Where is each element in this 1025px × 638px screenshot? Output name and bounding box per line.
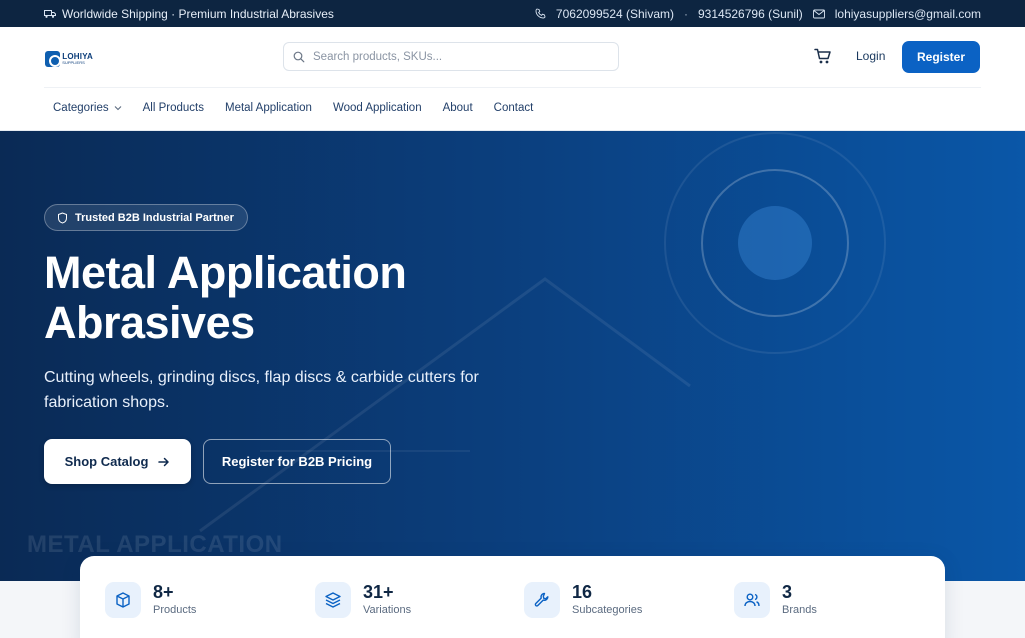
top-announcement-bar: Worldwide Shipping · Premium Industrial …: [0, 0, 1025, 27]
cart-icon[interactable]: [814, 48, 834, 66]
hero-title: Metal Application Abrasives: [44, 247, 407, 348]
nav-all-products[interactable]: All Products: [143, 102, 204, 114]
login-link[interactable]: Login: [856, 49, 885, 63]
stat-value: 3: [782, 582, 793, 602]
separator: ·: [684, 6, 688, 21]
stat-label: Variations: [363, 604, 412, 616]
arrow-right-icon: [158, 457, 170, 467]
truck-icon: [44, 9, 56, 19]
stat-value: 8+: [153, 582, 174, 602]
hero-section: Trusted B2B Industrial Partner Metal App…: [0, 131, 1025, 581]
stat-label: Products: [153, 604, 197, 616]
trusted-badge: Trusted B2B Industrial Partner: [44, 204, 248, 231]
hero-title-line2: Abrasives: [44, 297, 255, 348]
stat-label: Subcategories: [572, 604, 643, 616]
register-b2b-button[interactable]: Register for B2B Pricing: [203, 439, 391, 484]
logo[interactable]: LOHIYA SUPPLIERS: [45, 42, 93, 76]
shop-catalog-button[interactable]: Shop Catalog: [44, 439, 191, 484]
stat-value: 16: [572, 582, 593, 602]
search-box[interactable]: [283, 42, 619, 71]
header-divider: [44, 87, 981, 88]
nav-categories[interactable]: Categories: [53, 102, 122, 114]
stat-subcategories: 16 Subcategories: [524, 582, 642, 618]
stats-card: 8+ Products 31+ Variations 16 Subcategor…: [80, 556, 945, 638]
nav-about[interactable]: About: [443, 102, 473, 114]
logo-mark-icon: [45, 51, 62, 67]
site-header: LOHIYA SUPPLIERS Login Register Categori…: [0, 27, 1025, 131]
nav-contact[interactable]: Contact: [494, 102, 534, 114]
main-nav: Categories All Products Metal Applicatio…: [53, 102, 533, 114]
layers-icon: [315, 582, 351, 618]
logo-tagline: SUPPLIERS: [62, 60, 85, 65]
search-icon: [293, 51, 305, 63]
hero-title-line1: Metal Application: [44, 247, 407, 298]
hero-decoration: [199, 132, 886, 533]
phone-shivam-link[interactable]: 7062099524 (Shivam): [556, 7, 674, 21]
stat-variations: 31+ Variations: [315, 582, 411, 618]
chevron-down-icon: [114, 105, 122, 111]
stat-label: Brands: [782, 604, 817, 616]
shipping-text: Worldwide Shipping · Premium Industrial …: [62, 6, 334, 21]
hero-watermark: METAL APPLICATION: [27, 531, 283, 558]
badge-label: Trusted B2B Industrial Partner: [75, 211, 234, 224]
mail-icon: [812, 9, 825, 19]
shield-icon: [57, 211, 68, 224]
users-icon: [734, 582, 770, 618]
nav-metal-application[interactable]: Metal Application: [225, 102, 312, 114]
box-icon: [105, 582, 141, 618]
phone-sunil-link[interactable]: 9314526796 (Sunil): [698, 7, 803, 21]
stat-value: 31+: [363, 582, 394, 602]
hero-subtitle: Cutting wheels, grinding discs, flap dis…: [44, 369, 479, 411]
nav-wood-application[interactable]: Wood Application: [333, 102, 422, 114]
stat-products: 8+ Products: [105, 582, 196, 618]
wrench-icon: [524, 582, 560, 618]
phone-icon: [535, 8, 546, 19]
stat-brands: 3 Brands: [734, 582, 817, 618]
nav-categories-label: Categories: [53, 102, 109, 114]
shop-catalog-label: Shop Catalog: [64, 454, 149, 469]
register-button[interactable]: Register: [902, 41, 980, 73]
search-input[interactable]: [313, 50, 603, 63]
email-link[interactable]: lohiyasuppliers@gmail.com: [835, 7, 981, 21]
